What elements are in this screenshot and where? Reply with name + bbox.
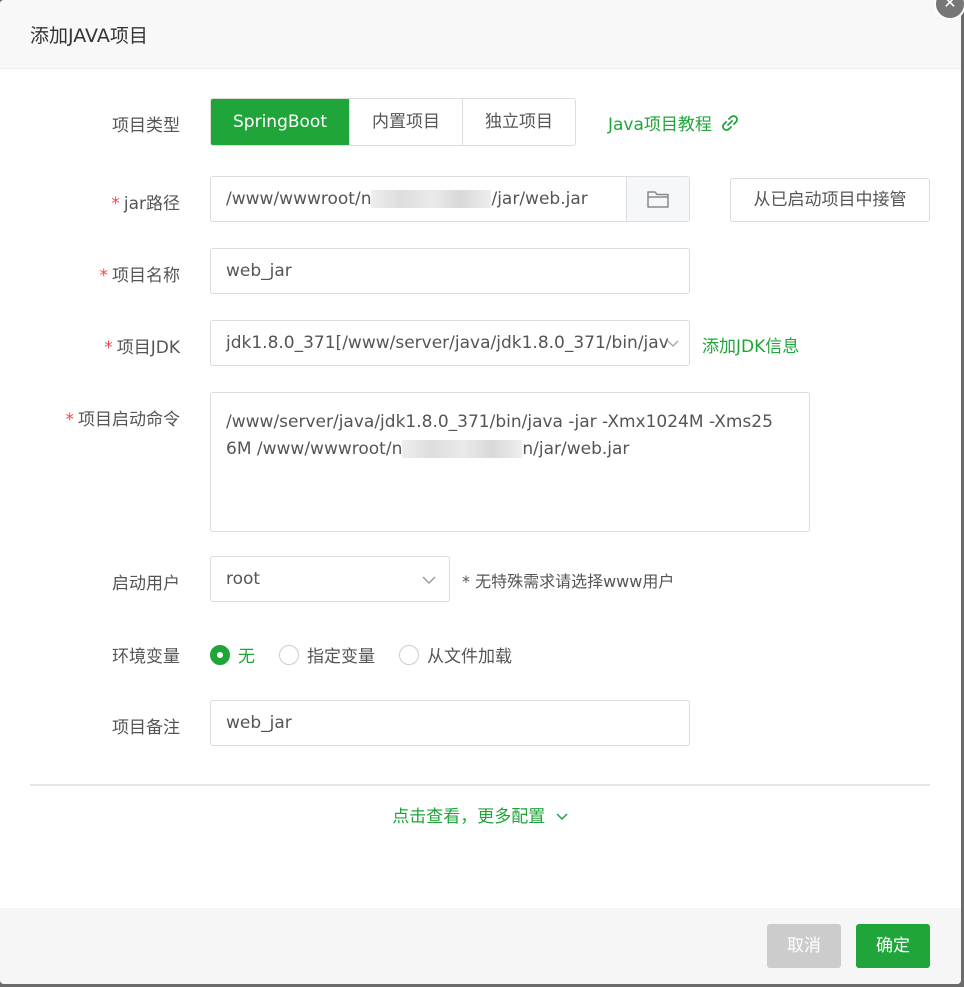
start-command-textarea[interactable]: /www/server/java/jdk1.8.0_371/bin/java -… (210, 392, 810, 532)
jar-path-label-text: jar路径 (123, 194, 180, 214)
start-user-label: 启动用户 (112, 574, 180, 594)
chevron-down-icon (667, 340, 679, 347)
jar-path-input[interactable]: /www/wwwroot/n/jar/web.jar (210, 176, 627, 222)
add-jdk-link[interactable]: 添加JDK信息 (702, 332, 799, 357)
required-mark: * (111, 194, 120, 214)
env-vars-label: 环境变量 (112, 647, 180, 667)
add-java-project-dialog: 添加JAVA项目 项目类型 SpringBoot 内置项目 独立项目 Java项… (0, 0, 961, 984)
env-option-none[interactable]: 无 (210, 642, 255, 667)
start-user-select[interactable]: root (210, 556, 450, 602)
project-jdk-select[interactable]: jdk1.8.0_371[/www/server/java/jdk1.8.0_3… (210, 320, 690, 366)
project-jdk-label: * 项目JDK (104, 333, 180, 358)
env-option-specify[interactable]: 指定变量 (279, 642, 375, 667)
project-name-input[interactable]: web_jar (210, 248, 690, 294)
remark-input[interactable]: web_jar (210, 700, 690, 746)
confirm-button[interactable]: 确定 (856, 924, 930, 968)
project-type-label: 项目类型 (112, 116, 180, 136)
project-type-segmented: SpringBoot 内置项目 独立项目 (210, 98, 576, 146)
radio-unchecked-icon (279, 644, 299, 665)
remark-label: 项目备注 (112, 718, 180, 738)
required-mark: * (104, 338, 113, 358)
project-type-standalone[interactable]: 独立项目 (462, 99, 575, 145)
project-name-label-text: 项目名称 (112, 266, 180, 286)
env-vars-radio-group: 无 指定变量 从文件加载 (210, 642, 536, 667)
env-option-file-label: 从文件加载 (427, 647, 512, 667)
link-icon (722, 114, 738, 131)
start-command-line2-prefix: 6M /www/wwwroot/n (226, 439, 403, 459)
more-config-toggle[interactable]: 点击查看，更多配置 (0, 802, 961, 827)
java-tutorial-label: Java项目教程 (608, 115, 712, 135)
folder-icon (647, 191, 669, 208)
required-mark: * (99, 266, 109, 286)
start-command-label-text: 项目启动命令 (78, 410, 180, 430)
start-command-line2-suffix: n/jar/web.jar (522, 439, 630, 459)
jar-path-label: * jar路径 (111, 189, 180, 214)
env-option-none-label: 无 (238, 647, 255, 667)
dialog-title: 添加JAVA项目 (30, 24, 148, 47)
project-type-springboot[interactable]: SpringBoot (211, 99, 349, 145)
start-command-line2: 6M /www/wwwroot/n n/jar/web.jar (226, 436, 794, 463)
radio-unchecked-icon (399, 644, 419, 665)
start-user-value: root (226, 569, 261, 589)
divider (30, 784, 930, 786)
radio-checked-icon (210, 644, 230, 665)
project-jdk-value: jdk1.8.0_371[/www/server/java/jdk1.8.0_3… (226, 333, 669, 353)
jar-path-value-suffix: /jar/web.jar (491, 189, 588, 209)
project-name-label: * 项目名称 (100, 261, 181, 286)
project-type-builtin[interactable]: 内置项目 (349, 99, 462, 145)
chevron-down-icon (556, 813, 568, 821)
start-command-line1: /www/server/java/jdk1.8.0_371/bin/java -… (226, 412, 773, 432)
jar-path-value-prefix: /www/wwwroot/n (226, 189, 372, 209)
required-mark: * (65, 410, 75, 430)
more-config-label: 点击查看，更多配置 (392, 807, 546, 827)
redacted-blur (402, 440, 523, 458)
chevron-down-icon (422, 576, 436, 584)
dialog-header: 添加JAVA项目 (0, 0, 961, 69)
start-user-hint: * 无特殊需求请选择www用户 (462, 572, 675, 591)
project-jdk-label-text: 项目JDK (116, 338, 180, 358)
start-command-label: * 项目启动命令 (66, 405, 181, 430)
env-option-specify-label: 指定变量 (307, 647, 375, 667)
browse-folder-button[interactable] (626, 176, 690, 222)
cancel-button[interactable]: 取消 (767, 924, 841, 968)
redacted-blur (371, 190, 492, 208)
takeover-running-project-button[interactable]: 从已启动项目中接管 (730, 178, 930, 222)
env-option-file[interactable]: 从文件加载 (399, 642, 512, 667)
java-tutorial-link[interactable]: Java项目教程 (608, 110, 740, 135)
